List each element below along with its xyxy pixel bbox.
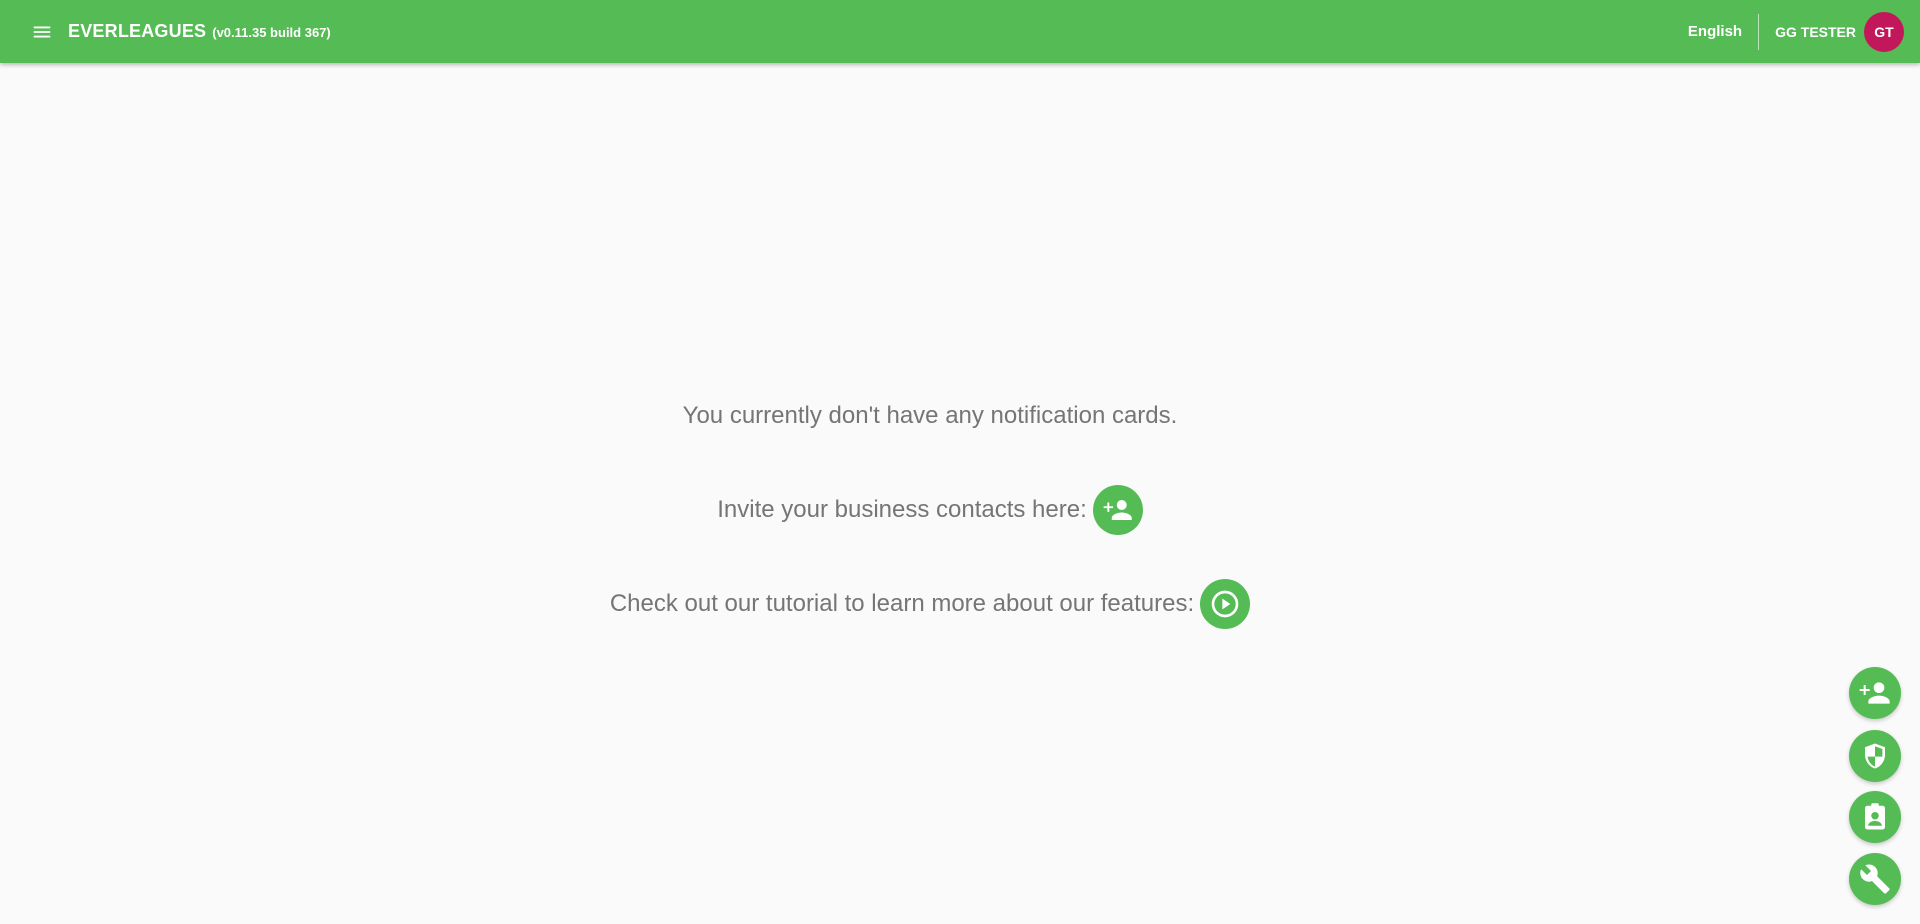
invite-text: Invite your business contacts here:: [717, 496, 1087, 523]
play-circle-icon: [1211, 590, 1239, 618]
menu-button[interactable]: [18, 8, 66, 56]
fab-tools[interactable]: [1849, 853, 1901, 905]
wrench-icon: [1860, 864, 1890, 894]
fab-contacts[interactable]: [1849, 791, 1901, 843]
avatar[interactable]: GT: [1864, 11, 1904, 52]
invite-contacts-row: Invite your business contacts here:: [0, 484, 1860, 536]
tutorial-row: Check out our tutorial to learn more abo…: [0, 578, 1860, 630]
hamburger-menu-icon: [33, 26, 51, 37]
language-selector[interactable]: English: [1672, 23, 1758, 40]
tutorial-text: Check out our tutorial to learn more abo…: [609, 590, 1195, 617]
contact-badge-icon: [1865, 803, 1885, 830]
empty-message-text: You currently don't have any notificatio…: [682, 402, 1178, 429]
empty-notifications-message: You currently don't have any notificatio…: [0, 398, 1860, 434]
fab-security[interactable]: [1849, 730, 1901, 782]
top-app-bar: EVERLEAGUES (v0.11.35 build 367) English…: [0, 0, 1920, 63]
person-add-icon: [1859, 682, 1890, 704]
user-name[interactable]: GG TESTER: [1759, 24, 1864, 40]
fab-invite-contact[interactable]: [1849, 667, 1901, 719]
person-add-icon: [1103, 500, 1132, 520]
app-version: (v0.11.35 build 367): [212, 25, 331, 40]
tutorial-button[interactable]: [1200, 579, 1251, 629]
app-title: EVERLEAGUES: [68, 21, 207, 41]
shield-icon: [1865, 743, 1885, 769]
topbar-right: English GG TESTER GT: [1672, 0, 1920, 63]
invite-contacts-button[interactable]: [1092, 485, 1143, 535]
